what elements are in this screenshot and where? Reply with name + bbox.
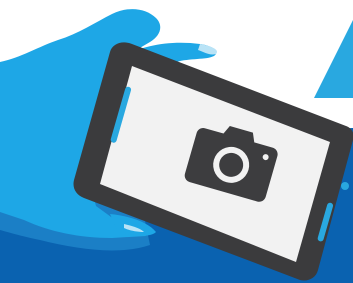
illustration-canvas [0,0,353,283]
phone-sensor [341,182,349,190]
photo-illustration [0,0,353,283]
